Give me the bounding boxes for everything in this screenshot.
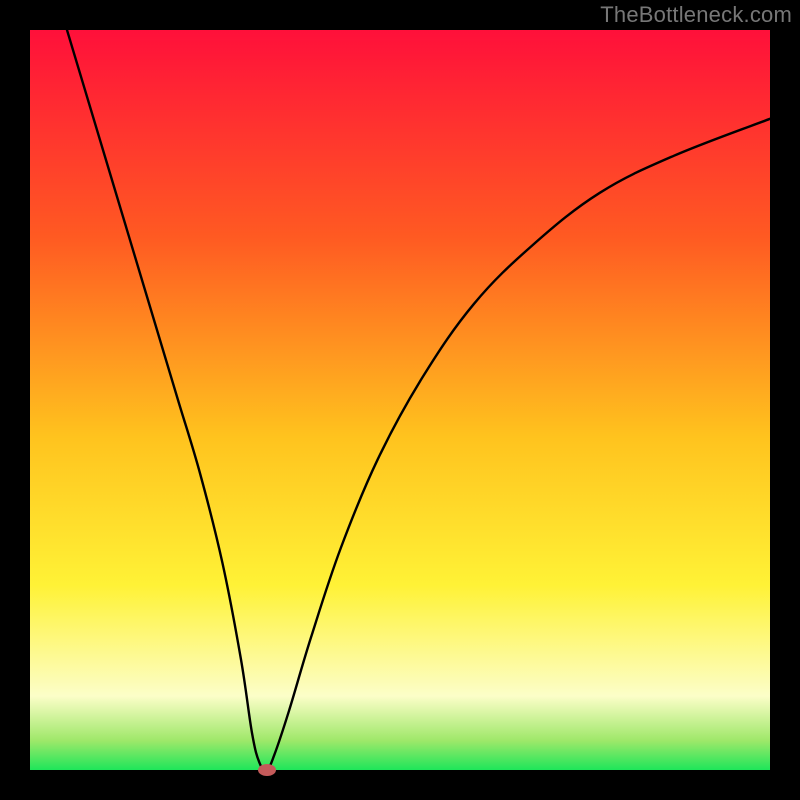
optimal-point-marker [258, 764, 276, 776]
chart-svg [30, 30, 770, 770]
plot-area [30, 30, 770, 770]
watermark-text: TheBottleneck.com [600, 2, 792, 28]
frame: TheBottleneck.com [0, 0, 800, 800]
gradient-background [30, 30, 770, 770]
